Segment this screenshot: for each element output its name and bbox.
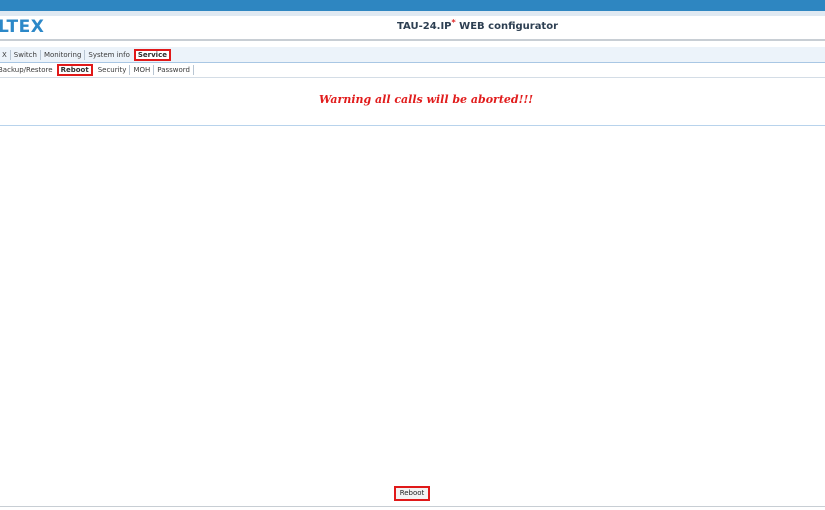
sub-nav: Backup/Restore Reboot Security MOH Passw… xyxy=(0,63,825,78)
nav-item-system-info[interactable]: System info xyxy=(85,50,132,60)
page: LTEX TAU-24.IP* WEB configurator X Switc… xyxy=(0,0,825,510)
content-divider xyxy=(0,125,825,126)
title-product: TAU-24.IP xyxy=(397,21,452,32)
subnav-item-moh[interactable]: MOH xyxy=(130,65,155,75)
subnav-item-reboot[interactable]: Reboot xyxy=(56,64,93,76)
nav-item-monitoring[interactable]: Monitoring xyxy=(41,49,86,60)
header: LTEX TAU-24.IP* WEB configurator xyxy=(0,16,825,39)
nav-item-service[interactable]: Service xyxy=(133,48,171,61)
nav-item-switch[interactable]: Switch xyxy=(11,49,41,60)
top-accent-bar xyxy=(0,0,825,11)
sub-nav-row: Backup/Restore Reboot Security MOH Passw… xyxy=(0,63,194,77)
title-suffix: WEB configurator xyxy=(455,21,559,32)
footer-divider xyxy=(0,506,825,507)
nav-item-pbx[interactable]: X xyxy=(0,49,11,60)
warning-message: Warning all calls will be aborted!!! xyxy=(319,93,534,106)
reboot-button[interactable]: Reboot xyxy=(394,486,430,501)
subnav-item-backup-restore[interactable]: Backup/Restore xyxy=(0,65,56,75)
main-nav-row: X Switch Monitoring System info Service xyxy=(0,47,173,62)
subnav-item-security[interactable]: Security xyxy=(95,65,131,75)
subnav-item-password[interactable]: Password xyxy=(154,65,194,75)
main-nav: X Switch Monitoring System info Service xyxy=(0,47,825,63)
page-title: TAU-24.IP* WEB configurator xyxy=(397,19,559,33)
eltex-logo: LTEX xyxy=(0,17,45,37)
header-divider xyxy=(0,39,825,41)
